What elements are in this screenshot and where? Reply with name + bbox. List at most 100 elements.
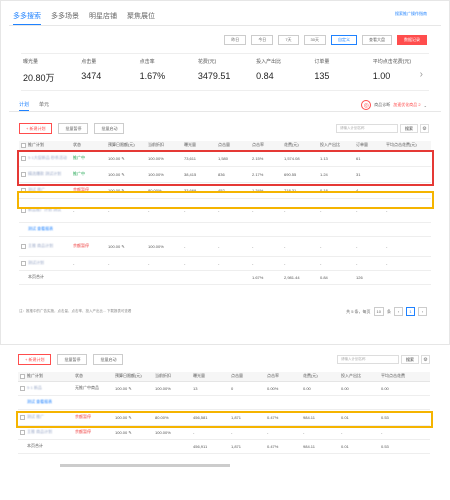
highlight-yellow-box <box>17 191 434 209</box>
metric-impressions[interactable]: 曝光量 20.80万 <box>21 54 79 90</box>
gear-icon[interactable]: ⚙ <box>420 124 429 133</box>
col-header: 平均点击花费 <box>379 372 430 382</box>
total-row: 本页合计 456,911 1,871 0.47% 984.11 0.01 0.5… <box>18 439 430 454</box>
chevron-right-icon[interactable]: › <box>420 69 423 80</box>
search-button[interactable]: 搜索 <box>400 124 418 133</box>
date-7d-button[interactable]: 7天 <box>278 35 299 45</box>
date-custom-button[interactable]: 自定义 <box>331 35 357 45</box>
help-link[interactable]: 搜索推广操作指南 <box>395 11 427 17</box>
col-header: 订单量 <box>354 141 384 151</box>
row-checkbox[interactable] <box>19 256 26 271</box>
budget-cell[interactable]: 100.00 ✎ <box>106 236 146 257</box>
search-input[interactable]: 请输入计划名称 <box>336 124 398 133</box>
col-header: 预算日限额(元) <box>113 372 153 382</box>
edit-icon: ✎ <box>128 385 132 391</box>
total-row: 本页合计 1.67% 2,981.44 0.84 126 <box>19 270 431 285</box>
table-toolbar: + 新建计划 批量暂停 批量启动 请输入计划名称 搜索 ⚙ <box>19 123 429 134</box>
col-header: 投入产出比 <box>339 372 379 382</box>
view-report-link[interactable]: 测试 查看报表 <box>26 222 71 237</box>
highlight-yellow-box <box>16 411 433 428</box>
batch-start-button[interactable]: 批量启动 <box>94 123 125 134</box>
header-checkbox[interactable] <box>19 141 26 151</box>
new-plan-button[interactable]: + 新建计划 <box>19 123 53 134</box>
batch-start-button[interactable]: 批量启动 <box>93 354 124 365</box>
next-page-button[interactable]: › <box>418 307 427 316</box>
budget-cell[interactable]: 100.00 ✎ <box>113 381 153 396</box>
col-header: 投入产出比 <box>318 141 354 151</box>
search-input[interactable]: 请输入计划名称 <box>337 355 399 364</box>
date-30d-button[interactable]: 30天 <box>303 35 326 45</box>
metric-cost[interactable]: 花费(元) 3479.51 <box>196 54 254 90</box>
pagination: 共 5 条，每页 10 条 ‹ 1 › <box>346 307 427 316</box>
tab-plan[interactable]: 计划 <box>19 101 30 111</box>
search-button[interactable]: 搜索 <box>401 355 419 364</box>
col-header: 平均点击花费(元) <box>384 141 431 151</box>
tab-unit[interactable]: 单元 <box>39 101 49 111</box>
footnote: 注：推推中的广告实施，点击量、点击率、投入产出比... 下载报表可查看 <box>19 309 132 313</box>
tab-star-shop[interactable]: 明星店铺 <box>89 11 117 26</box>
top-panel: 多多搜索 多多场景 明星店铺 聚焦展位 搜索推广操作指南 昨日 今日 7天 30… <box>0 0 450 345</box>
col-header: 推广计划 <box>25 372 73 382</box>
col-header: 点击量 <box>229 372 265 382</box>
col-header: 推广计划 <box>26 141 71 151</box>
top-tabs: 多多搜索 多多场景 明星店铺 聚焦展位 <box>13 11 155 26</box>
col-header: 当前折扣 <box>146 141 182 151</box>
header-checkbox[interactable] <box>18 372 25 382</box>
plan-name-link[interactable]: 5·1 新品 <box>25 381 73 396</box>
metric-orders[interactable]: 订单量 135 <box>312 54 370 90</box>
status-text: 无推广中商品 <box>73 381 113 396</box>
col-header: 花费(元) <box>301 372 339 382</box>
highlight-red-box <box>17 150 434 186</box>
horizontal-scrollbar[interactable] <box>60 464 230 467</box>
page-size-select[interactable]: 10 <box>373 307 384 316</box>
metric-roi[interactable]: 投入产出比 0.84 <box>254 54 312 90</box>
col-header: 花费(元) <box>282 141 318 151</box>
table-row: 5·1 新品 无推广中商品 100.00 ✎ 100.00% 13 0 0.00… <box>18 381 430 396</box>
col-header: 点击量 <box>216 141 250 151</box>
col-header: 预算日限额(元) <box>106 141 146 151</box>
batch-pause-button[interactable]: 批量暂停 <box>57 354 88 365</box>
gear-icon[interactable]: ⚙ <box>421 355 430 364</box>
data-record-button[interactable]: 数据记录 <box>397 35 427 45</box>
table-toolbar: + 新建计划 批量暂停 批量启动 请输入计划名称 搜索 ⚙ <box>18 354 430 365</box>
tab-scene[interactable]: 多多场景 <box>51 11 79 26</box>
tab-search[interactable]: 多多搜索 <box>13 11 41 26</box>
table-row: 主推 商品计划 余额暂停 100.00 ✎ 100.00% - - - - - … <box>19 236 431 257</box>
metrics-bar: 曝光量 20.80万 点击量 3474 点击率 1.67% 花费(元) 3479.51 … <box>21 53 429 91</box>
view-report-link[interactable]: 测试 查看报表 <box>25 395 73 410</box>
edit-icon: ✎ <box>128 429 132 435</box>
divider <box>9 25 441 26</box>
plan-name-link[interactable]: 主推 商品计划 <box>26 236 71 257</box>
view-market-button[interactable]: 查看大盘 <box>362 35 392 45</box>
tab-focus-booth[interactable]: 聚焦展位 <box>127 11 155 26</box>
search-group: 请输入计划名称 搜索 ⚙ <box>337 355 430 364</box>
col-header: 状态 <box>73 372 113 382</box>
search-group: 请输入计划名称 搜索 ⚙ <box>336 124 429 133</box>
col-header: 点击率 <box>265 372 301 382</box>
metric-clicks[interactable]: 点击量 3474 <box>79 54 137 90</box>
table-row: 测试 查看报表 <box>19 222 431 237</box>
plan-name-link[interactable]: 测试计划 <box>26 256 71 271</box>
col-header: 当前折扣 <box>153 372 191 382</box>
date-yesterday-button[interactable]: 昨日 <box>224 35 247 45</box>
diagnosis-icon: ◎ <box>361 100 372 110</box>
row-checkbox[interactable] <box>19 236 26 257</box>
bottom-panel: + 新建计划 批量暂停 批量启动 请输入计划名称 搜索 ⚙ 推广计划 状态 预算… <box>0 350 450 500</box>
row-checkbox[interactable] <box>18 381 25 396</box>
table-row: 测试计划 - - - - - - - - - - <box>19 256 431 271</box>
prev-page-button[interactable]: ‹ <box>394 307 403 316</box>
batch-pause-button[interactable]: 批量暂停 <box>58 123 89 134</box>
edit-icon: ✎ <box>121 243 125 249</box>
table-row: 测试 查看报表 <box>18 395 430 410</box>
divider <box>9 111 441 112</box>
status-text: 余额暂停 <box>71 236 106 257</box>
date-buttons: 昨日 今日 7天 30天 自定义 查看大盘 数据记录 <box>224 35 427 45</box>
date-today-button[interactable]: 今日 <box>251 35 274 45</box>
col-header: 曝光量 <box>182 141 216 151</box>
page-1-button[interactable]: 1 <box>406 307 415 316</box>
chevron-down-icon: ⌄ <box>423 102 427 108</box>
new-plan-button[interactable]: + 新建计划 <box>18 354 52 365</box>
col-header: 点击率 <box>250 141 282 151</box>
product-diagnosis[interactable]: ◎ 商品诊断 加速优化商品 2 ⌄ <box>361 100 427 110</box>
metric-ctr[interactable]: 点击率 1.67% <box>138 54 196 90</box>
